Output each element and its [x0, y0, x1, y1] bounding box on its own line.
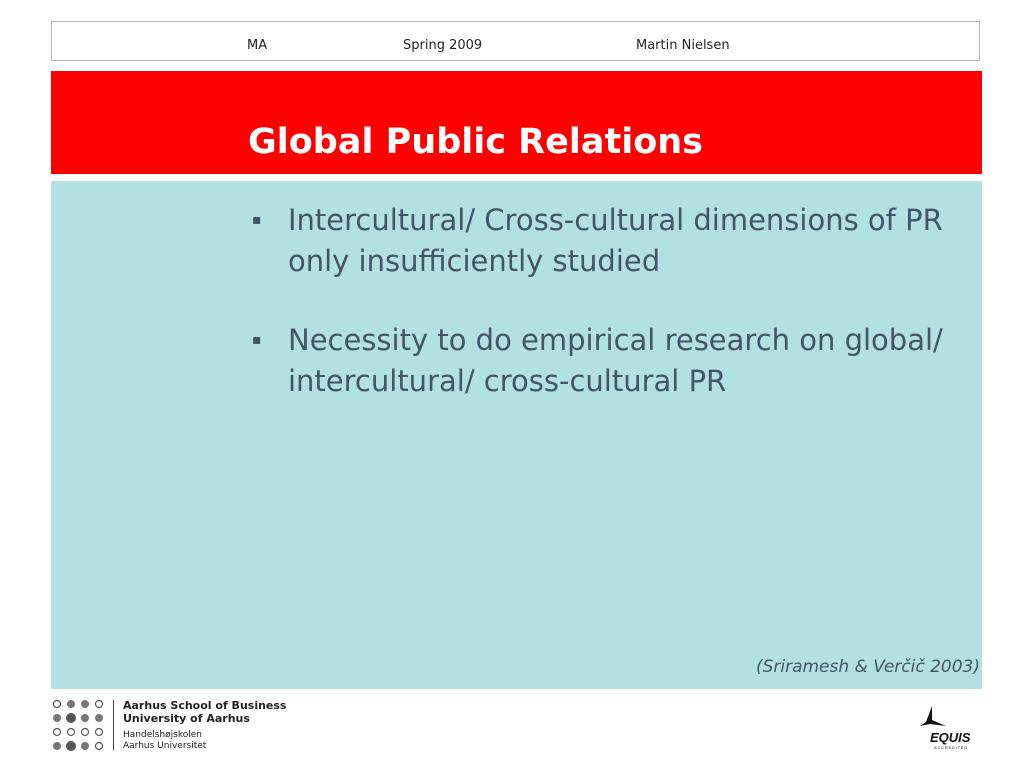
bullet-list: ▪ Intercultural/ Cross-cultural dimensio… [248, 200, 948, 440]
slide-title: Global Public Relations [248, 122, 703, 162]
header-course: MA [247, 38, 268, 53]
university-logo-icon [52, 699, 104, 751]
header-box [51, 21, 980, 61]
equis-text: EQUIS [930, 730, 971, 745]
header-author: Martin Nielsen [636, 38, 730, 53]
slide: MA Spring 2009 Martin Nielsen Global Pub… [0, 0, 1024, 768]
bullet-square-icon: ▪ [252, 212, 262, 228]
citation: (Sriramesh & Verčič 2003) [755, 657, 980, 677]
bullet-square-icon: ▪ [252, 332, 262, 348]
bullet-item: ▪ Necessity to do empirical research on … [248, 320, 948, 402]
header-term: Spring 2009 [403, 38, 483, 53]
equis-subtext: ACCREDITED [934, 745, 968, 750]
bullet-text: Necessity to do empirical research on gl… [288, 323, 943, 398]
footer-school-da: Handelshøjskolen [123, 730, 202, 740]
bullet-text: Intercultural/ Cross-cultural dimensions… [288, 203, 943, 278]
bullet-item: ▪ Intercultural/ Cross-cultural dimensio… [248, 200, 948, 282]
footer-university-da: Aarhus Universitet [123, 741, 207, 751]
footer-divider [113, 700, 114, 750]
footer-university-en: University of Aarhus [123, 712, 250, 725]
equis-logo-icon: EQUIS ACCREDITED [920, 706, 971, 750]
footer-school-en: Aarhus School of Business [123, 699, 287, 712]
